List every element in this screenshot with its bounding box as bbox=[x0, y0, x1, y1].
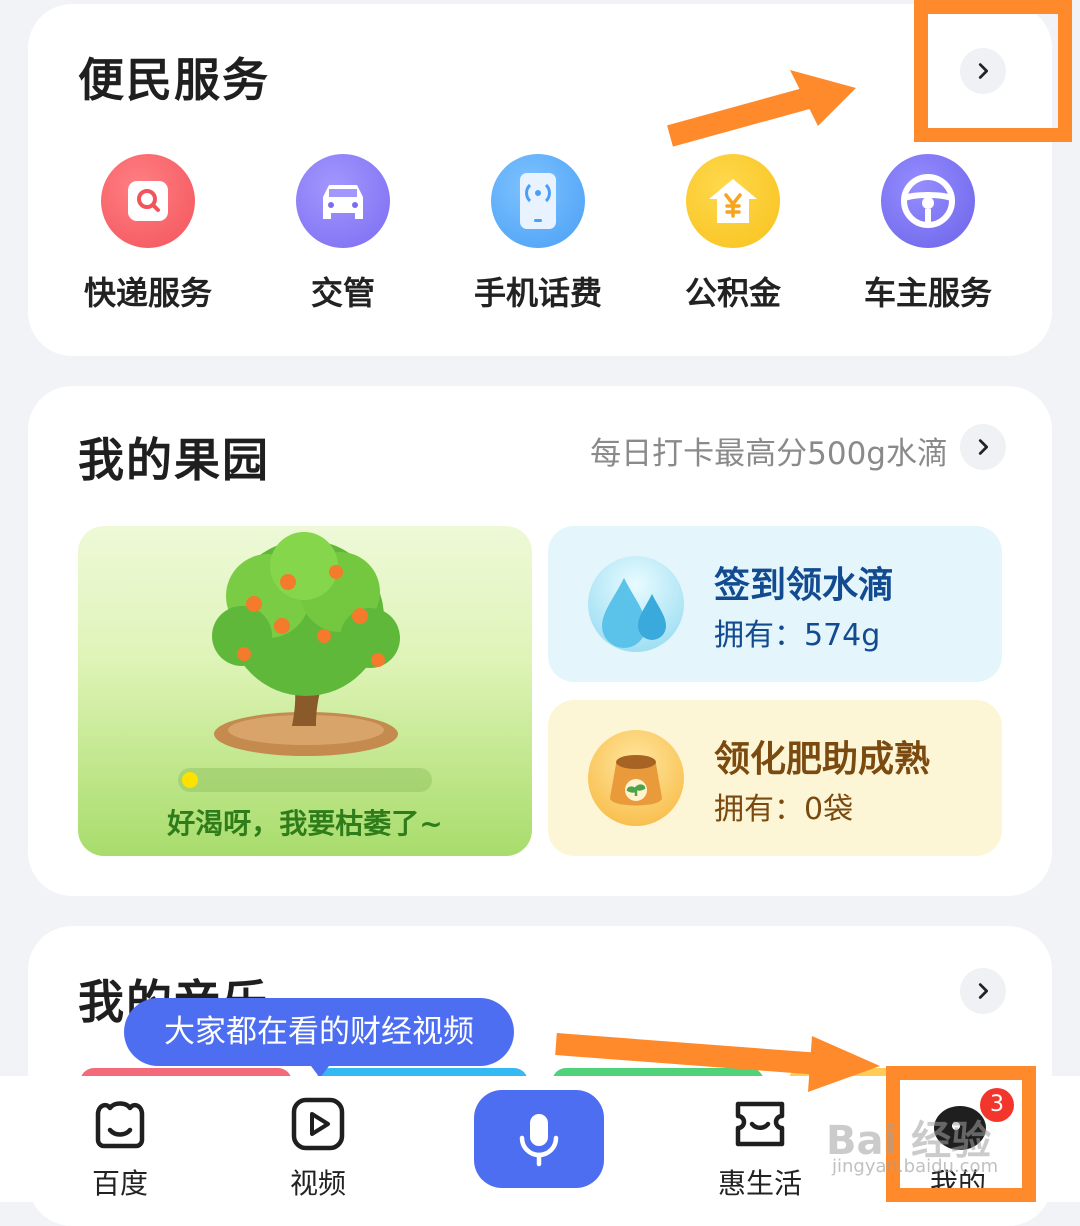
water-drops-icon bbox=[588, 556, 684, 652]
service-label: 快递服务 bbox=[83, 274, 212, 312]
watermark-url: jingyan.baidu.com bbox=[832, 1156, 999, 1177]
tab-label: 惠生活 bbox=[717, 1167, 802, 1200]
baidu-face-icon bbox=[95, 1101, 145, 1149]
service-label: 车主服务 bbox=[863, 274, 992, 312]
fertilizer-title: 领化肥助成熟 bbox=[714, 739, 931, 780]
fertilizer-bag-icon bbox=[588, 730, 684, 826]
fruit-tree-icon bbox=[212, 532, 400, 756]
service-item-traffic[interactable]: 交管 bbox=[253, 154, 433, 314]
shopping-icon bbox=[735, 1101, 785, 1147]
service-label: 交管 bbox=[310, 274, 375, 312]
service-item-car-owner[interactable]: 车主服务 bbox=[838, 154, 1018, 314]
checkin-water-card[interactable]: 签到领水滴 拥有：574g bbox=[548, 526, 1002, 682]
tab-baidu[interactable]: 百度 bbox=[60, 1094, 180, 1202]
tab-label: 百度 bbox=[91, 1167, 148, 1200]
tab-label: 视频 bbox=[289, 1167, 346, 1200]
checkin-title: 签到领水滴 bbox=[714, 565, 895, 606]
package-search-icon bbox=[101, 154, 195, 248]
car-icon bbox=[296, 154, 390, 248]
house-yuan-icon bbox=[686, 154, 780, 248]
finance-video-tooltip[interactable]: 大家都在看的财经视频 bbox=[124, 998, 514, 1066]
fertilizer-card[interactable]: 领化肥助成熟 拥有：0袋 bbox=[548, 700, 1002, 856]
tab-life[interactable]: 惠生活 bbox=[700, 1094, 820, 1202]
voice-search-button[interactable] bbox=[474, 1090, 604, 1188]
music-more-button[interactable] bbox=[960, 968, 1006, 1014]
garden-title: 我的果园 bbox=[78, 433, 270, 487]
fertilizer-owned: 拥有：0袋 bbox=[714, 792, 854, 827]
garden-subtitle[interactable]: 每日打卡最高分500g水滴 bbox=[590, 428, 948, 473]
service-item-express[interactable]: 快递服务 bbox=[58, 154, 238, 314]
highlight-services-more bbox=[914, 0, 1072, 142]
water-progress-fill bbox=[182, 772, 198, 788]
service-item-housing-fund[interactable]: 公积金 bbox=[643, 154, 823, 314]
services-card: 便民服务 快递服务 交管 手机话费 公积金 车主服务 bbox=[28, 4, 1052, 356]
chevron-right-icon bbox=[978, 439, 989, 455]
tree-status-text: 好渴呀，我要枯萎了~ bbox=[167, 807, 443, 840]
service-label: 公积金 bbox=[684, 274, 781, 312]
service-label: 手机话费 bbox=[473, 274, 602, 312]
garden-card: 我的果园 每日打卡最高分500g水滴 好渴呀，我要枯萎了~ 签到领水滴 拥有：5… bbox=[28, 386, 1052, 896]
microphone-icon bbox=[519, 1114, 559, 1167]
phone-signal-icon bbox=[491, 154, 585, 248]
garden-more-button[interactable] bbox=[960, 424, 1006, 470]
checkin-owned: 拥有：574g bbox=[714, 618, 881, 653]
tab-video[interactable]: 视频 bbox=[258, 1094, 378, 1202]
video-play-icon bbox=[291, 1097, 345, 1151]
water-progress-bar bbox=[178, 768, 432, 792]
service-item-phone-bill[interactable]: 手机话费 bbox=[448, 154, 628, 314]
fruit-tree-panel[interactable]: 好渴呀，我要枯萎了~ bbox=[78, 526, 532, 856]
steering-wheel-icon bbox=[881, 154, 975, 248]
services-title: 便民服务 bbox=[78, 53, 270, 107]
chevron-right-icon bbox=[978, 983, 989, 999]
